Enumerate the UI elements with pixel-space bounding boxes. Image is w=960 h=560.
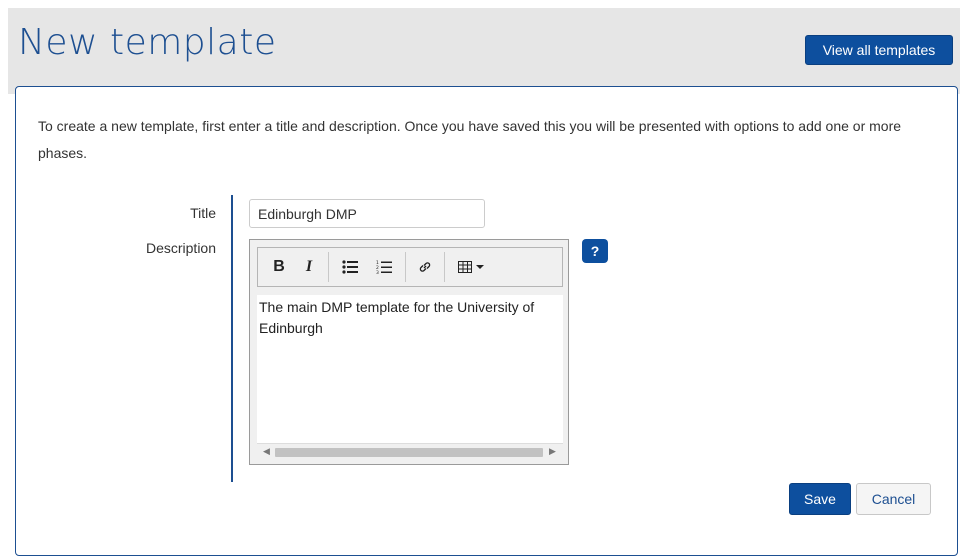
toolbar-separator (444, 252, 445, 282)
link-button[interactable] (410, 252, 440, 282)
form-divider (231, 195, 233, 482)
bold-button[interactable]: B (264, 252, 294, 282)
description-editor: B I 1 2 3 The main DMP template for the … (249, 239, 569, 465)
title-label: Title (190, 205, 216, 221)
intro-text: To create a new template, first enter a … (38, 118, 902, 161)
table-button[interactable] (449, 252, 493, 282)
title-input[interactable] (249, 199, 485, 228)
toolbar-separator (328, 252, 329, 282)
help-button[interactable]: ? (582, 239, 608, 263)
description-textarea[interactable]: The main DMP template for the University… (257, 295, 563, 445)
save-button[interactable]: Save (789, 483, 851, 515)
page-title: New template (18, 22, 277, 63)
bullet-list-icon (342, 260, 358, 274)
chevron-down-icon (476, 265, 484, 269)
view-all-templates-button[interactable]: View all templates (805, 35, 953, 65)
numbered-list-icon: 1 2 3 (376, 260, 392, 274)
scroll-left-icon[interactable]: ◀ (263, 446, 270, 457)
link-icon (419, 262, 431, 272)
editor-toolbar: B I 1 2 3 (257, 247, 563, 287)
scrollbar-thumb[interactable] (275, 448, 543, 457)
svg-text:3: 3 (376, 270, 379, 274)
scroll-right-icon[interactable]: ▶ (549, 446, 556, 457)
table-icon (458, 261, 472, 273)
description-label: Description (145, 240, 216, 256)
cancel-button[interactable]: Cancel (856, 483, 931, 515)
italic-button[interactable]: I (294, 252, 324, 282)
bullet-list-button[interactable] (333, 252, 367, 282)
editor-horizontal-scrollbar[interactable]: ◀ ▶ (257, 443, 563, 460)
numbered-list-button[interactable]: 1 2 3 (367, 252, 401, 282)
toolbar-separator (405, 252, 406, 282)
